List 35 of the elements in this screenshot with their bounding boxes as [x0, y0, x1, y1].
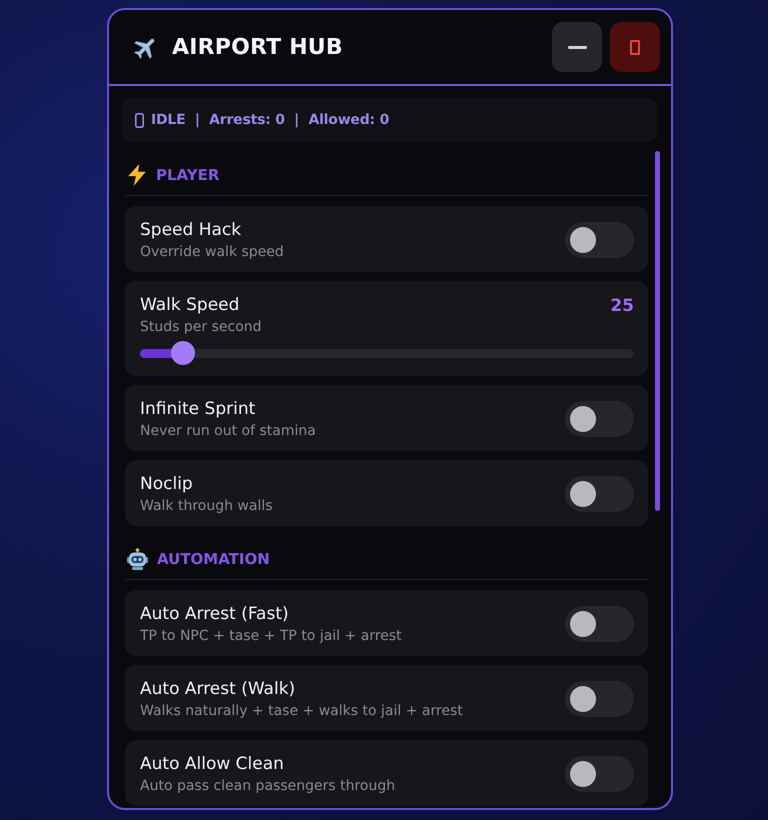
status-text: IDLE | Arrests: 0 | Allowed: 0 [151, 112, 390, 128]
setting-description: Auto pass clean passengers through [140, 777, 396, 795]
setting-title: Noclip [140, 473, 194, 495]
phone-icon [135, 112, 144, 128]
toggle-switch[interactable] [565, 476, 634, 512]
slider-value: 25 [610, 295, 634, 317]
section-title: AUTOMATION [157, 549, 270, 569]
minimize-icon [568, 46, 586, 48]
setting-title: Infinite Sprint [140, 398, 256, 420]
setting-description: Walks naturally + tase + walks to jail + arrest [140, 702, 464, 720]
setting-description: Override walk speed [140, 243, 285, 261]
toggle-switch[interactable] [565, 401, 634, 437]
setting-title: Walk Speed [140, 294, 240, 316]
toggle-switch[interactable] [565, 222, 634, 258]
minimize-button[interactable] [552, 22, 602, 72]
toggle-switch[interactable] [565, 681, 634, 717]
setting-title: Auto Arrest (Fast) [140, 603, 290, 625]
section-title: PLAYER [156, 165, 220, 185]
slider-track[interactable] [140, 341, 634, 365]
robot-icon [127, 548, 148, 570]
window-title: AIRPORT HUB [172, 34, 344, 60]
toggle-switch[interactable] [565, 606, 634, 642]
rectangle-icon [630, 40, 640, 54]
setting-description: Never run out of stamina [140, 422, 317, 440]
setting-title: Auto Arrest (Walk) [140, 678, 296, 700]
scrollbar-thumb[interactable] [655, 151, 660, 511]
close-button[interactable] [610, 22, 660, 72]
setting-title: Speed Hack [140, 219, 242, 241]
slider-thumb[interactable] [171, 341, 196, 365]
lightning-icon [127, 164, 147, 186]
setting-title: Auto Allow Clean [140, 753, 285, 775]
toggle-switch[interactable] [565, 756, 634, 792]
setting-description: Studs per second [140, 318, 263, 336]
setting-description: Walk through walls [140, 497, 274, 515]
setting-description: TP to NPC + tase + TP to jail + arrest [140, 627, 403, 645]
